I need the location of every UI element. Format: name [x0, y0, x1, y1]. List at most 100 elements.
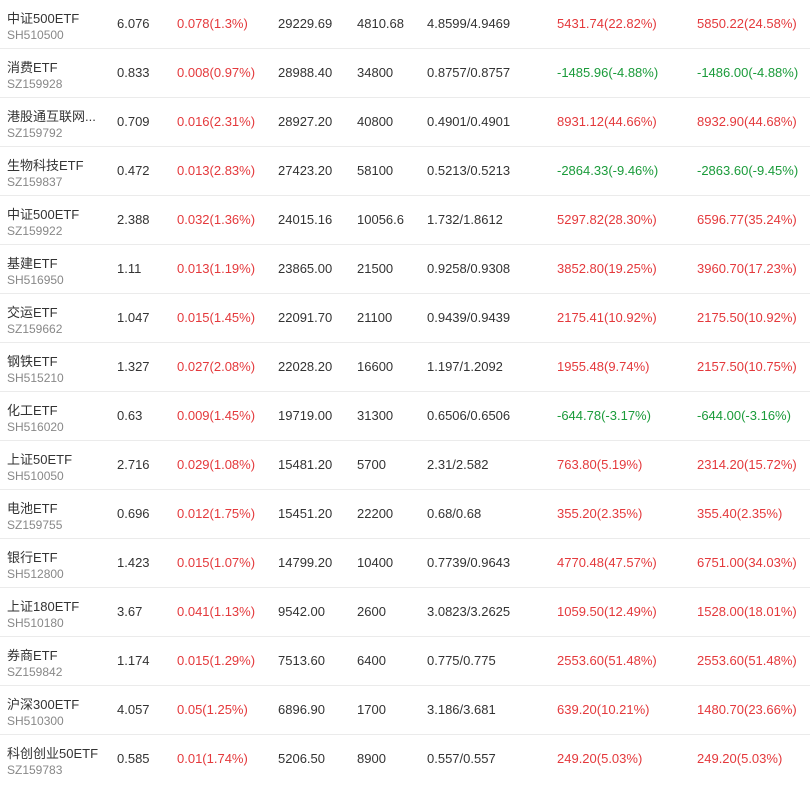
fund-name-cell[interactable]: 钢铁ETF SH515210 — [7, 343, 107, 391]
market-value: 27423.20 — [278, 163, 333, 178]
fund-name-cell[interactable]: 基建ETF SH516950 — [7, 245, 107, 293]
table-row[interactable]: 化工ETF SH516020 0.63 0.009(1.45%) 19719.0… — [0, 392, 810, 441]
table-row[interactable]: 上证50ETF SH510050 2.716 0.029(1.08%) 1548… — [0, 441, 810, 490]
price-change: 0.015(1.45%) — [177, 310, 256, 325]
fund-name[interactable]: 电池ETF — [7, 498, 58, 517]
current-price: 0.585 — [117, 751, 150, 766]
floating-profit-loss: 2553.60(51.48%) — [557, 653, 657, 668]
fund-name-cell[interactable]: 化工ETF SH516020 — [7, 392, 107, 440]
fund-name[interactable]: 银行ETF — [7, 547, 58, 566]
market-value: 28988.40 — [278, 65, 333, 80]
fund-name-cell[interactable]: 银行ETF SH512800 — [7, 539, 107, 587]
fund-name-cell[interactable]: 沪深300ETF SH510300 — [7, 686, 107, 734]
fund-name-cell[interactable]: 中证500ETF SZ159922 — [7, 196, 107, 244]
holding-shares: 31300 — [357, 408, 394, 423]
table-row[interactable]: 上证180ETF SH510180 3.67 0.041(1.13%) 9542… — [0, 588, 810, 637]
fund-name-cell[interactable]: 中证500ETF SH510500 — [7, 0, 107, 48]
holding-shares: 6400 — [357, 653, 386, 668]
table-row[interactable]: 交运ETF SZ159662 1.047 0.015(1.45%) 22091.… — [0, 294, 810, 343]
table-row[interactable]: 中证500ETF SH510500 6.076 0.078(1.3%) 2922… — [0, 0, 810, 49]
market-value: 19719.00 — [278, 408, 333, 423]
table-row[interactable]: 银行ETF SH512800 1.423 0.015(1.07%) 14799.… — [0, 539, 810, 588]
table-row[interactable]: 基建ETF SH516950 1.11 0.013(1.19%) 23865.0… — [0, 245, 810, 294]
total-profit-loss: 1528.00(18.01%) — [697, 604, 797, 619]
table-row[interactable]: 消费ETF SZ159928 0.833 0.008(0.97%) 28988.… — [0, 49, 810, 98]
holding-shares: 21500 — [357, 261, 394, 276]
fund-name-cell[interactable]: 上证180ETF SH510180 — [7, 588, 107, 636]
floating-profit-loss: 639.20(10.21%) — [557, 702, 650, 717]
fund-name-cell[interactable]: 港股通互联网... SZ159792 — [7, 98, 107, 146]
fund-code: SH515210 — [7, 371, 64, 385]
price-change: 0.008(0.97%) — [177, 65, 256, 80]
total-profit-loss: 3960.70(17.23%) — [697, 261, 797, 276]
fund-name-cell[interactable]: 生物科技ETF SZ159837 — [7, 147, 107, 195]
fund-name[interactable]: 钢铁ETF — [7, 351, 58, 370]
table-row[interactable]: 钢铁ETF SH515210 1.327 0.027(2.08%) 22028.… — [0, 343, 810, 392]
fund-name-cell[interactable]: 消费ETF SZ159928 — [7, 49, 107, 97]
cost-price: 0.7739/0.9643 — [427, 555, 511, 570]
fund-name[interactable]: 基建ETF — [7, 253, 58, 272]
table-row[interactable]: 科创创业50ETF SZ159783 0.585 0.01(1.74%) 520… — [0, 735, 810, 784]
fund-name[interactable]: 科创创业50ETF — [7, 743, 98, 762]
holding-shares: 34800 — [357, 65, 394, 80]
floating-profit-loss: 2175.41(10.92%) — [557, 310, 657, 325]
fund-name[interactable]: 沪深300ETF — [7, 694, 79, 713]
table-row[interactable]: 电池ETF SZ159755 0.696 0.012(1.75%) 15451.… — [0, 490, 810, 539]
price-change: 0.009(1.45%) — [177, 408, 256, 423]
current-price: 1.11 — [117, 261, 142, 276]
fund-name-cell[interactable]: 科创创业50ETF SZ159783 — [7, 735, 107, 783]
cost-price: 0.5213/0.5213 — [427, 163, 511, 178]
price-change: 0.041(1.13%) — [177, 604, 256, 619]
current-price: 4.057 — [117, 702, 150, 717]
cost-price: 1.732/1.8612 — [427, 212, 503, 227]
market-value: 29229.69 — [278, 16, 333, 31]
holding-shares: 21100 — [357, 310, 393, 325]
floating-profit-loss: 8931.12(44.66%) — [557, 114, 657, 129]
current-price: 2.388 — [117, 212, 150, 227]
total-profit-loss: 6596.77(35.24%) — [697, 212, 797, 227]
fund-name[interactable]: 中证500ETF — [7, 8, 79, 27]
fund-name-cell[interactable]: 电池ETF SZ159755 — [7, 490, 107, 538]
table-row[interactable]: 港股通互联网... SZ159792 0.709 0.016(2.31%) 28… — [0, 98, 810, 147]
fund-name[interactable]: 化工ETF — [7, 400, 58, 419]
fund-name[interactable]: 中证500ETF — [7, 204, 79, 223]
fund-code: SH512800 — [7, 567, 64, 581]
fund-code: SH510500 — [7, 28, 64, 42]
fund-code: SH510050 — [7, 469, 64, 483]
fund-name[interactable]: 券商ETF — [7, 645, 58, 664]
price-change: 0.013(1.19%) — [177, 261, 256, 276]
fund-name[interactable]: 上证50ETF — [7, 449, 72, 468]
fund-code: SZ159922 — [7, 224, 63, 238]
price-change: 0.015(1.07%) — [177, 555, 256, 570]
holding-shares: 5700 — [357, 457, 386, 472]
fund-name[interactable]: 生物科技ETF — [7, 155, 84, 174]
cost-price: 0.68/0.68 — [427, 506, 482, 521]
fund-code: SZ159662 — [7, 322, 63, 336]
total-profit-loss: 8932.90(44.68%) — [697, 114, 797, 129]
cost-price: 3.186/3.681 — [427, 702, 496, 717]
current-price: 0.63 — [117, 408, 143, 423]
fund-name[interactable]: 交运ETF — [7, 302, 58, 321]
fund-name-cell[interactable]: 券商ETF SZ159842 — [7, 637, 107, 685]
cost-price: 0.4901/0.4901 — [427, 114, 511, 129]
fund-name[interactable]: 消费ETF — [7, 57, 58, 76]
floating-profit-loss: -1485.96(-4.88%) — [557, 65, 659, 80]
table-row[interactable]: 生物科技ETF SZ159837 0.472 0.013(2.83%) 2742… — [0, 147, 810, 196]
fund-code: SH516950 — [7, 273, 64, 287]
table-row[interactable]: 券商ETF SZ159842 1.174 0.015(1.29%) 7513.6… — [0, 637, 810, 686]
fund-name-cell[interactable]: 上证50ETF SH510050 — [7, 441, 107, 489]
market-value: 14799.20 — [278, 555, 333, 570]
fund-name[interactable]: 上证180ETF — [7, 596, 79, 615]
fund-name[interactable]: 港股通互联网... — [7, 106, 96, 125]
current-price: 0.833 — [117, 65, 150, 80]
fund-code: SH510300 — [7, 714, 64, 728]
fund-name-cell[interactable]: 交运ETF SZ159662 — [7, 294, 107, 342]
price-change: 0.01(1.74%) — [177, 751, 248, 766]
cost-price: 0.9439/0.9439 — [427, 310, 511, 325]
fund-code: SH510180 — [7, 616, 64, 630]
table-row[interactable]: 沪深300ETF SH510300 4.057 0.05(1.25%) 6896… — [0, 686, 810, 735]
table-row[interactable]: 中证500ETF SZ159922 2.388 0.032(1.36%) 240… — [0, 196, 810, 245]
holding-shares: 10400 — [357, 555, 394, 570]
floating-profit-loss: -2864.33(-9.46%) — [557, 163, 659, 178]
total-profit-loss: 355.40(2.35%) — [697, 506, 783, 521]
